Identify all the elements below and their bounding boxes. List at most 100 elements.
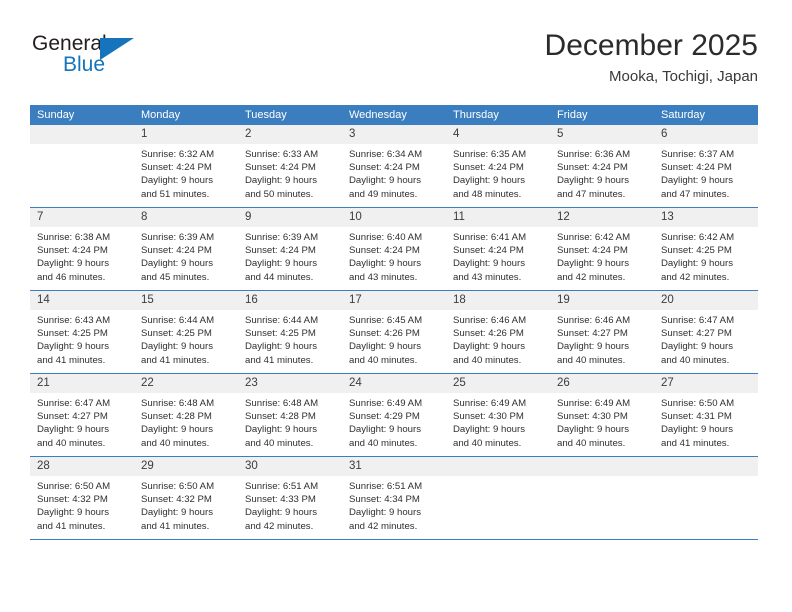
calendar-day-cell[interactable]: 14 Sunrise: 6:43 AM Sunset: 4:25 PM Dayligh… bbox=[30, 290, 134, 374]
calendar-day-cell[interactable]: 20 Sunrise: 6:47 AM Sunset: 4:27 PM Dayligh… bbox=[654, 290, 758, 374]
calendar-page: General Blue December 2025 Mooka, Tochig… bbox=[0, 0, 792, 612]
sunrise-text: Sunrise: 6:38 AM bbox=[37, 232, 111, 243]
calendar-day-cell[interactable]: 6 Sunrise: 6:37 AM Sunset: 4:24 PM Daylight… bbox=[654, 125, 758, 208]
sunrise-text: Sunrise: 6:49 AM bbox=[557, 398, 631, 409]
day-number: 5 bbox=[550, 125, 654, 144]
calendar-day-cell[interactable]: 21 Sunrise: 6:47 AM Sunset: 4:27 PM Dayligh… bbox=[30, 373, 134, 457]
sunrise-text: Sunrise: 6:42 AM bbox=[557, 232, 631, 243]
calendar-day-cell[interactable]: 1 Sunrise: 6:32 AM Sunset: 4:24 PM Daylight… bbox=[134, 125, 238, 208]
day-info: Sunrise: 6:32 AM Sunset: 4:24 PM Daylight:… bbox=[134, 144, 238, 201]
calendar-day-cell[interactable]: 22 Sunrise: 6:48 AM Sunset: 4:28 PM Dayligh… bbox=[134, 373, 238, 457]
day-info: Sunrise: 6:42 AM Sunset: 4:24 PM Daylight:… bbox=[550, 227, 654, 284]
daylight-text-line1: Daylight: 9 hours bbox=[453, 258, 525, 270]
day-info: Sunrise: 6:39 AM Sunset: 4:24 PM Daylight:… bbox=[238, 227, 342, 284]
calendar-day-cell[interactable]: 9 Sunrise: 6:39 AM Sunset: 4:24 PM Daylight… bbox=[238, 207, 342, 291]
sunrise-text: Sunrise: 6:46 AM bbox=[453, 315, 527, 326]
calendar-day-cell[interactable]: 19 Sunrise: 6:46 AM Sunset: 4:27 PM Dayligh… bbox=[550, 290, 654, 374]
calendar-day-cell[interactable]: 15 Sunrise: 6:44 AM Sunset: 4:25 PM Dayligh… bbox=[134, 290, 238, 374]
calendar-day-cell[interactable]: 4 Sunrise: 6:35 AM Sunset: 4:24 PM Daylight… bbox=[446, 125, 550, 208]
calendar-day-cell[interactable]: 13 Sunrise: 6:42 AM Sunset: 4:25 PM Dayligh… bbox=[654, 207, 758, 291]
calendar-day-cell[interactable]: 25 Sunrise: 6:49 AM Sunset: 4:30 PM Dayligh… bbox=[446, 373, 550, 457]
weekday-header-sunday: Sunday bbox=[30, 105, 134, 125]
day-info: Sunrise: 6:35 AM Sunset: 4:24 PM Daylight:… bbox=[446, 144, 550, 201]
daylight-text-line2: and 41 minutes. bbox=[37, 520, 106, 532]
calendar-grid: Sunday Monday Tuesday Wednesday Thursday… bbox=[30, 105, 758, 540]
calendar-day-cell[interactable]: 24 Sunrise: 6:49 AM Sunset: 4:29 PM Dayligh… bbox=[342, 373, 446, 457]
calendar-day-cell[interactable]: 5 Sunrise: 6:36 AM Sunset: 4:24 PM Daylight… bbox=[550, 125, 654, 208]
calendar-day-cell[interactable]: 11 Sunrise: 6:41 AM Sunset: 4:24 PM Dayligh… bbox=[446, 207, 550, 291]
calendar-day-cell-empty bbox=[550, 456, 654, 540]
calendar-day-cell-empty bbox=[446, 456, 550, 540]
day-number: 20 bbox=[654, 291, 758, 310]
calendar-day-cell[interactable]: 29 Sunrise: 6:50 AM Sunset: 4:32 PM Dayligh… bbox=[134, 456, 238, 540]
daylight-text-line2: and 40 minutes. bbox=[37, 437, 106, 449]
daylight-text-line1: Daylight: 9 hours bbox=[245, 258, 317, 270]
day-number: 15 bbox=[134, 291, 238, 310]
calendar-day-cell[interactable]: 3 Sunrise: 6:34 AM Sunset: 4:24 PM Daylight… bbox=[342, 125, 446, 208]
calendar-day-cell[interactable]: 26 Sunrise: 6:49 AM Sunset: 4:30 PM Dayligh… bbox=[550, 373, 654, 457]
calendar-day-cell-empty bbox=[654, 456, 758, 540]
sunrise-text: Sunrise: 6:51 AM bbox=[245, 481, 319, 492]
sunset-text: Sunset: 4:24 PM bbox=[453, 162, 524, 174]
sunset-text: Sunset: 4:30 PM bbox=[557, 411, 628, 423]
sunrise-text: Sunrise: 6:35 AM bbox=[453, 149, 527, 160]
calendar-day-cell[interactable]: 27 Sunrise: 6:50 AM Sunset: 4:31 PM Dayligh… bbox=[654, 373, 758, 457]
calendar-day-cell[interactable]: 10 Sunrise: 6:40 AM Sunset: 4:24 PM Dayligh… bbox=[342, 207, 446, 291]
daylight-text-line1: Daylight: 9 hours bbox=[661, 175, 733, 187]
sunrise-text: Sunrise: 6:40 AM bbox=[349, 232, 423, 243]
daylight-text-line2: and 40 minutes. bbox=[557, 437, 626, 449]
day-number: 1 bbox=[134, 125, 238, 144]
daylight-text-line2: and 45 minutes. bbox=[141, 271, 210, 283]
day-number: 19 bbox=[550, 291, 654, 310]
calendar-day-cell[interactable]: 23 Sunrise: 6:48 AM Sunset: 4:28 PM Dayligh… bbox=[238, 373, 342, 457]
day-number: 22 bbox=[134, 374, 238, 393]
day-number: 16 bbox=[238, 291, 342, 310]
sunrise-text: Sunrise: 6:50 AM bbox=[37, 481, 111, 492]
weekday-header-tuesday: Tuesday bbox=[238, 105, 342, 125]
daylight-text-line2: and 40 minutes. bbox=[557, 354, 626, 366]
calendar-day-cell[interactable]: 12 Sunrise: 6:42 AM Sunset: 4:24 PM Dayligh… bbox=[550, 207, 654, 291]
day-number: 14 bbox=[30, 291, 134, 310]
calendar-day-cell[interactable]: 17 Sunrise: 6:45 AM Sunset: 4:26 PM Dayligh… bbox=[342, 290, 446, 374]
sunrise-text: Sunrise: 6:47 AM bbox=[37, 398, 111, 409]
calendar-day-cell[interactable]: 7 Sunrise: 6:38 AM Sunset: 4:24 PM Daylight… bbox=[30, 207, 134, 291]
day-number: 3 bbox=[342, 125, 446, 144]
sunset-text: Sunset: 4:25 PM bbox=[245, 328, 316, 340]
calendar-day-cell[interactable]: 16 Sunrise: 6:44 AM Sunset: 4:25 PM Dayligh… bbox=[238, 290, 342, 374]
calendar-day-cell[interactable]: 18 Sunrise: 6:46 AM Sunset: 4:26 PM Dayligh… bbox=[446, 290, 550, 374]
sunset-text: Sunset: 4:24 PM bbox=[245, 245, 316, 257]
calendar-week-row: 7 Sunrise: 6:38 AM Sunset: 4:24 PM Daylight… bbox=[30, 207, 758, 291]
daylight-text-line1: Daylight: 9 hours bbox=[141, 175, 213, 187]
logo-text-blue: Blue bbox=[63, 53, 106, 76]
sunrise-text: Sunrise: 6:48 AM bbox=[245, 398, 319, 409]
sunrise-text: Sunrise: 6:45 AM bbox=[349, 315, 423, 326]
sunset-text: Sunset: 4:25 PM bbox=[661, 245, 732, 257]
sunset-text: Sunset: 4:28 PM bbox=[245, 411, 316, 423]
daylight-text-line2: and 48 minutes. bbox=[453, 188, 522, 200]
day-number: 17 bbox=[342, 291, 446, 310]
sunset-text: Sunset: 4:26 PM bbox=[349, 328, 420, 340]
day-info: Sunrise: 6:49 AM Sunset: 4:30 PM Daylight:… bbox=[550, 393, 654, 450]
calendar-day-cell[interactable]: 30 Sunrise: 6:51 AM Sunset: 4:33 PM Dayligh… bbox=[238, 456, 342, 540]
day-info: Sunrise: 6:48 AM Sunset: 4:28 PM Daylight:… bbox=[238, 393, 342, 450]
daylight-text-line2: and 42 minutes. bbox=[349, 520, 418, 532]
day-info: Sunrise: 6:44 AM Sunset: 4:25 PM Daylight:… bbox=[134, 310, 238, 367]
daylight-text-line1: Daylight: 9 hours bbox=[37, 258, 109, 270]
daylight-text-line1: Daylight: 9 hours bbox=[453, 424, 525, 436]
sunset-text: Sunset: 4:24 PM bbox=[661, 162, 732, 174]
calendar-day-cell[interactable]: 2 Sunrise: 6:33 AM Sunset: 4:24 PM Daylight… bbox=[238, 125, 342, 208]
sunset-text: Sunset: 4:26 PM bbox=[453, 328, 524, 340]
daylight-text-line1: Daylight: 9 hours bbox=[349, 175, 421, 187]
sunset-text: Sunset: 4:24 PM bbox=[245, 162, 316, 174]
calendar-day-cell[interactable]: 28 Sunrise: 6:50 AM Sunset: 4:32 PM Dayligh… bbox=[30, 456, 134, 540]
sunrise-text: Sunrise: 6:42 AM bbox=[661, 232, 735, 243]
general-blue-logo[interactable]: General Blue bbox=[30, 32, 230, 90]
calendar-day-cell[interactable]: 31 Sunrise: 6:51 AM Sunset: 4:34 PM Dayligh… bbox=[342, 456, 446, 540]
sunset-text: Sunset: 4:29 PM bbox=[349, 411, 420, 423]
day-number: 27 bbox=[654, 374, 758, 393]
sunrise-text: Sunrise: 6:46 AM bbox=[557, 315, 631, 326]
calendar-day-cell[interactable]: 8 Sunrise: 6:39 AM Sunset: 4:24 PM Daylight… bbox=[134, 207, 238, 291]
daylight-text-line1: Daylight: 9 hours bbox=[37, 341, 109, 353]
day-number: 4 bbox=[446, 125, 550, 144]
sunset-text: Sunset: 4:24 PM bbox=[349, 162, 420, 174]
